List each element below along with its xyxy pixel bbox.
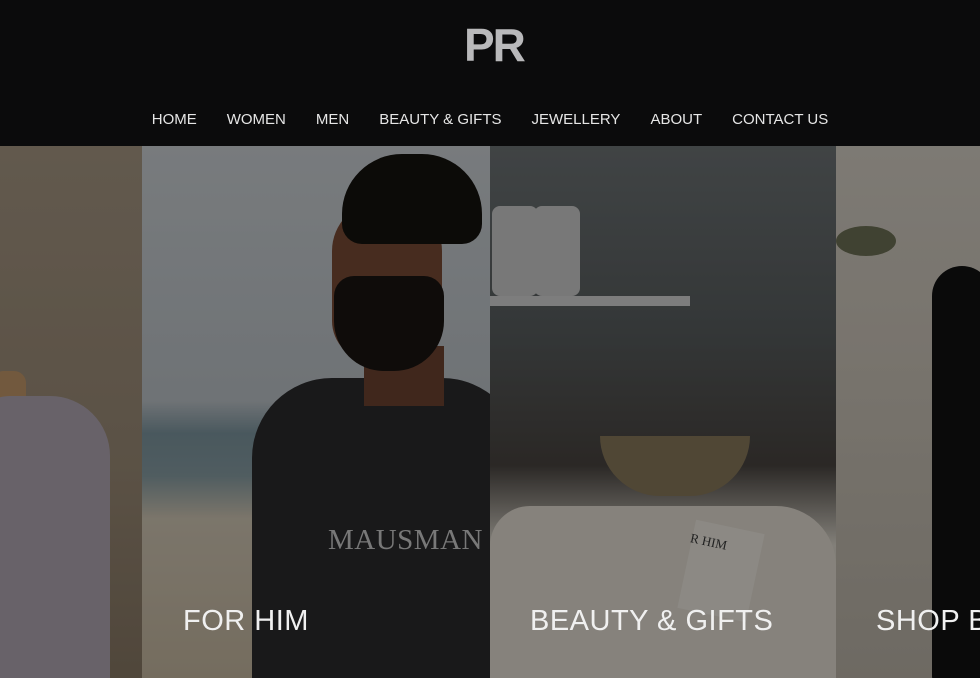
nav-beauty-gifts[interactable]: BEAUTY & GIFTS	[364, 108, 516, 132]
collection-panel-women[interactable]	[0, 146, 142, 678]
nav-women[interactable]: WOMEN	[212, 108, 301, 132]
nav-contact-us[interactable]: CONTACT US	[717, 108, 843, 132]
panel-label-for-him[interactable]: FOR HIM	[183, 605, 309, 638]
site-header: PR HOME WOMEN MEN BEAUTY & GIFTS JEWELLE…	[0, 0, 980, 146]
brand-logo[interactable]: PR	[464, 22, 526, 68]
collection-panel-beauty-gifts[interactable]: R HIM BEAUTY & GIFTS	[490, 146, 836, 678]
main-nav: HOME WOMEN MEN BEAUTY & GIFTS JEWELLERY …	[0, 108, 980, 132]
panel-label-shop[interactable]: SHOP B	[876, 605, 980, 638]
hero-collection-grid: MAUSMAN FOR HIM R HIM BEAUTY & GIFTS SHO…	[0, 146, 980, 678]
collection-panel-shop[interactable]: SHOP B	[836, 146, 980, 678]
collection-panel-for-him[interactable]: MAUSMAN FOR HIM	[142, 146, 490, 678]
nav-jewellery[interactable]: JEWELLERY	[517, 108, 636, 132]
panel-label-beauty-gifts[interactable]: BEAUTY & GIFTS	[530, 605, 773, 638]
nav-about[interactable]: ABOUT	[635, 108, 717, 132]
nav-home[interactable]: HOME	[137, 108, 212, 132]
nav-men[interactable]: MEN	[301, 108, 364, 132]
